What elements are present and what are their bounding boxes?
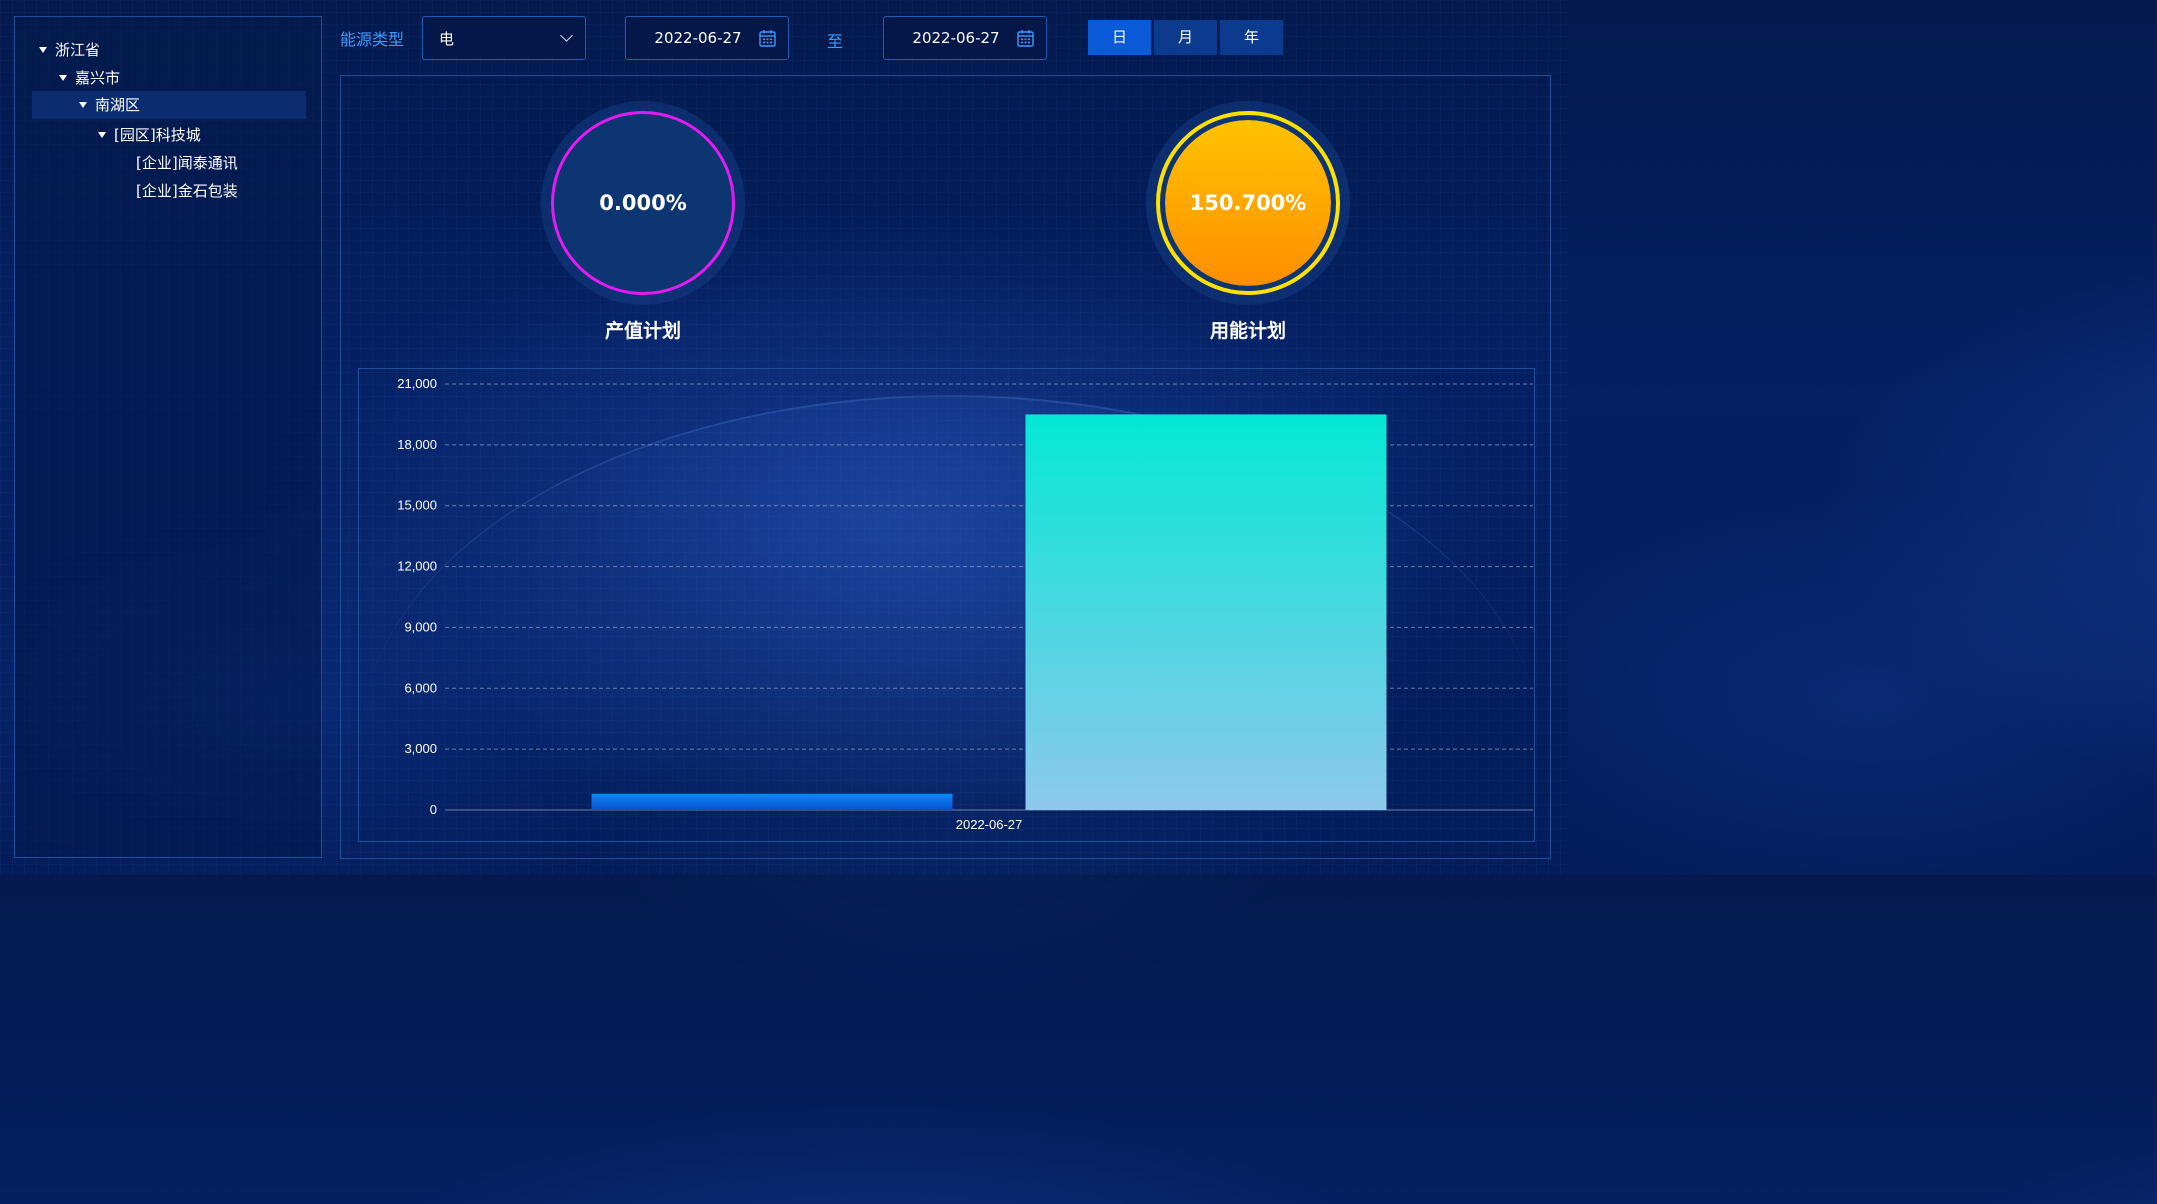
tree-node-enterprise-2[interactable]: [企业]金石包装 — [136, 177, 238, 205]
end-date-picker[interactable]: 2022-06-27 — [883, 16, 1047, 60]
tree-node-enterprise-1[interactable]: [企业]闻泰通讯 — [136, 149, 238, 177]
date-range-separator: 至 — [827, 32, 844, 51]
y-tick-label: 9,000 — [404, 619, 437, 634]
tree-node-park[interactable]: [园区]科技城 — [98, 121, 201, 149]
tree-node-label: [园区]科技城 — [114, 126, 201, 144]
start-date-picker[interactable]: 2022-06-27 — [625, 16, 789, 60]
tree-node-label: 南湖区 — [95, 96, 141, 114]
y-tick-label: 0 — [430, 802, 437, 817]
y-tick-label: 6,000 — [404, 680, 437, 695]
bar-series-1[interactable] — [591, 793, 953, 810]
tree-node-label: 嘉兴市 — [75, 69, 121, 87]
bar-series-2[interactable] — [1025, 414, 1387, 810]
y-tick-label: 15,000 — [397, 498, 437, 513]
y-tick-label: 12,000 — [397, 559, 437, 574]
tree-node-district[interactable]: 南湖区 — [32, 91, 306, 119]
y-tick-label: 21,000 — [397, 376, 437, 391]
period-day-button[interactable]: 日 — [1088, 20, 1151, 55]
gauge-label: 产值计划 — [604, 320, 681, 342]
start-date-value: 2022-06-27 — [654, 29, 742, 47]
output-plan-gauge: 0.000% — [541, 101, 745, 305]
energy-plan-gauge: 150.700% — [1146, 101, 1350, 305]
gauge-value: 150.700% — [1189, 191, 1307, 215]
calendar-icon[interactable] — [1017, 29, 1034, 47]
period-year-button[interactable]: 年 — [1220, 20, 1283, 55]
caret-down-icon[interactable] — [39, 46, 47, 53]
calendar-icon[interactable] — [759, 29, 776, 47]
energy-type-value: 电 — [439, 30, 455, 48]
caret-down-icon[interactable] — [98, 131, 106, 138]
chevron-down-icon[interactable] — [560, 29, 573, 42]
y-tick-label: 3,000 — [404, 741, 437, 756]
y-tick-label: 18,000 — [397, 437, 437, 452]
caret-down-icon[interactable] — [59, 74, 67, 81]
energy-type-select[interactable]: 电 — [422, 16, 586, 60]
tree-node-label: [企业]金石包装 — [136, 182, 238, 200]
x-tick-label: 2022-06-27 — [956, 817, 1023, 832]
caret-down-icon[interactable] — [79, 101, 87, 108]
tree-node-city[interactable]: 嘉兴市 — [59, 64, 120, 92]
energy-type-label: 能源类型 — [340, 30, 405, 49]
tree-node-label: [企业]闻泰通讯 — [136, 154, 238, 172]
org-tree-panel: 浙江省 嘉兴市 南湖区 [园区]科技城 [企业]闻泰通讯 [企业]金石包装 — [14, 16, 322, 858]
tree-node-label: 浙江省 — [55, 41, 101, 59]
tree-node-province[interactable]: 浙江省 — [39, 36, 100, 64]
bar-chart-svg: 0 3,000 6,000 9,000 12,000 15,000 18,000 21,000… — [397, 376, 1533, 832]
bar-chart: 0 3,000 6,000 9,000 12,000 15,000 18,000 21,000… — [358, 368, 1535, 842]
gauge-label: 用能计划 — [1209, 320, 1286, 342]
end-date-value: 2022-06-27 — [912, 29, 1000, 47]
gauge-value: 0.000% — [599, 191, 687, 215]
period-month-button[interactable]: 月 — [1154, 20, 1217, 55]
